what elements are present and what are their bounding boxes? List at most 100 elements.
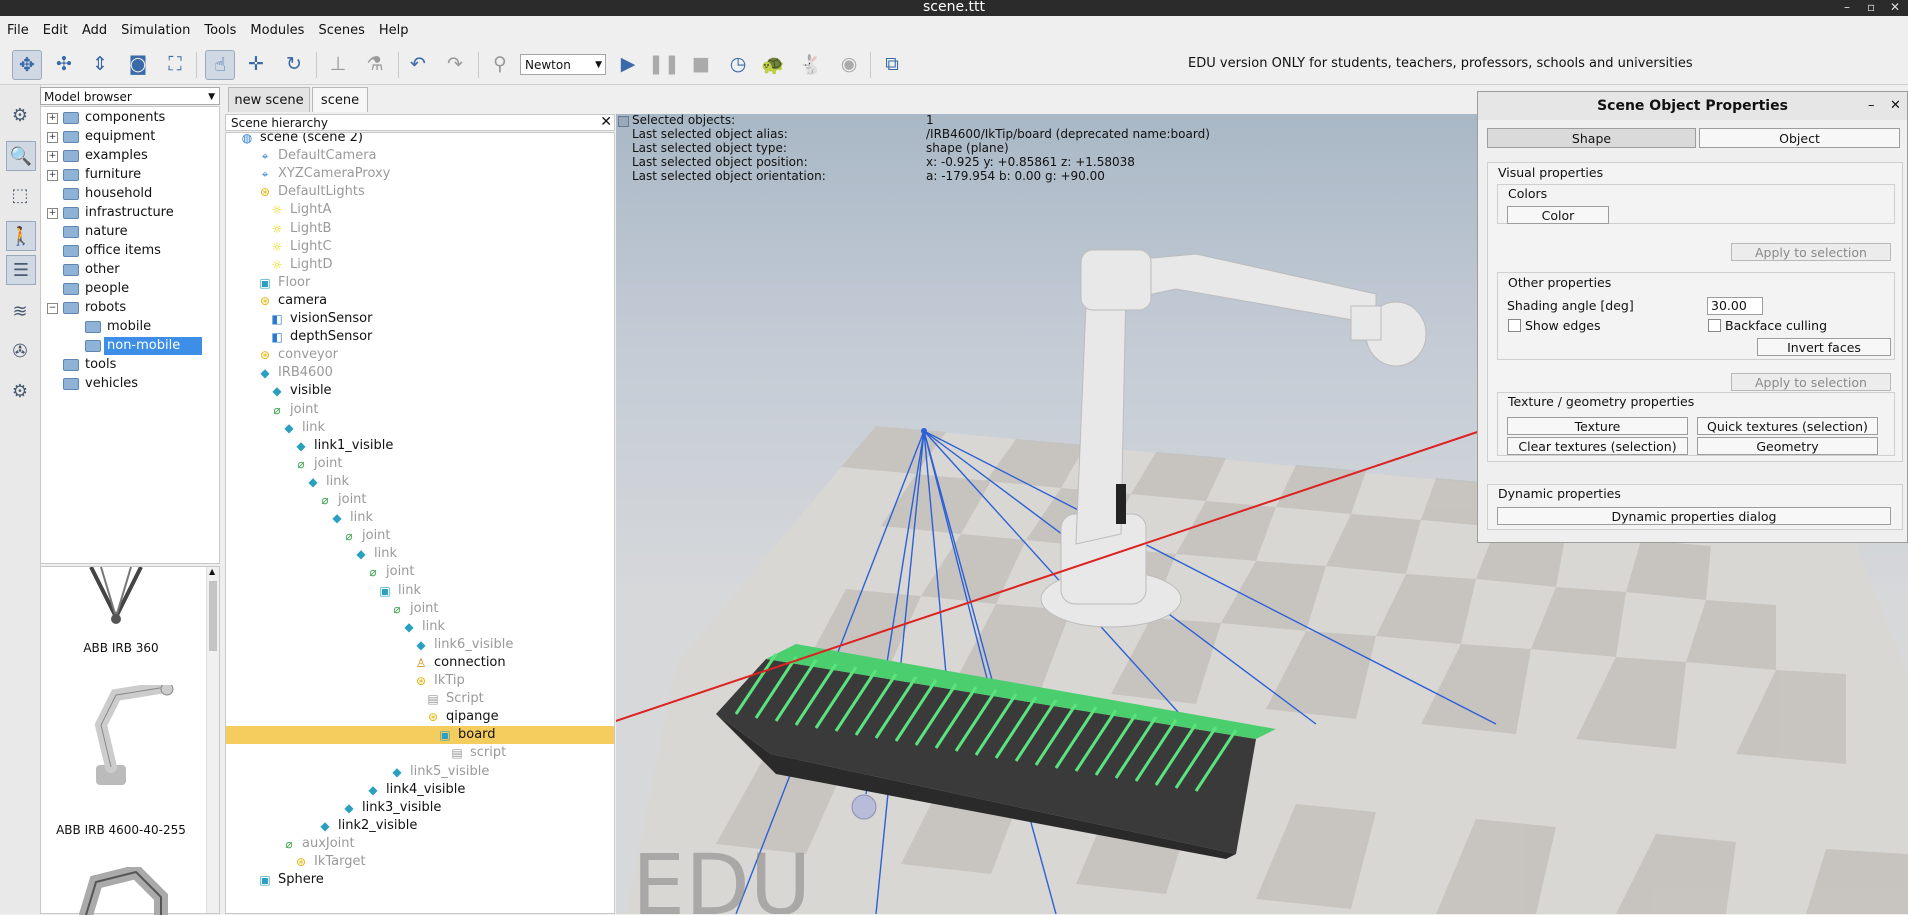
camera-rotate-icon[interactable]: ✣	[50, 50, 78, 78]
show-edges-checkbox[interactable]	[1508, 319, 1521, 332]
model-browser-header[interactable]: Model browser ▼	[40, 87, 220, 105]
dynamic-properties-dialog-button[interactable]: Dynamic properties dialog	[1497, 507, 1891, 525]
faster-icon[interactable]: 🐇	[797, 50, 825, 78]
menu-edit[interactable]: Edit	[36, 20, 75, 41]
object-shift-icon[interactable]: ✛	[242, 50, 270, 78]
real-time-icon[interactable]: ◷	[724, 50, 752, 78]
camera-shift-icon[interactable]: ⇕	[86, 50, 114, 78]
fit-to-view-icon[interactable]: ⛶	[161, 50, 189, 78]
abb-irb-360-image[interactable]	[61, 567, 181, 637]
hierarchy-item[interactable]: ▣ Sphere	[226, 871, 614, 889]
invert-faces-button[interactable]: Invert faces	[1757, 338, 1891, 356]
hierarchy-item[interactable]: ⌖ XYZCameraProxy	[226, 165, 614, 183]
hierarchy-item[interactable]: ◆ link	[226, 509, 614, 527]
model-folder-item[interactable]: + examples	[41, 147, 219, 165]
expand-icon[interactable]: +	[47, 151, 58, 162]
model-folder-item[interactable]: nature	[41, 223, 219, 241]
hierarchy-item[interactable]: ⌖ DefaultCamera	[226, 147, 614, 165]
model-folder-item[interactable]: tools	[41, 356, 219, 374]
hierarchy-item[interactable]: ⊛ conveyor	[226, 346, 614, 364]
menu-modules[interactable]: Modules	[243, 20, 311, 41]
hierarchy-item[interactable]: ☼ LightB	[226, 220, 614, 238]
model-folder-item[interactable]: other	[41, 261, 219, 279]
hierarchy-item[interactable]: ☼ LightD	[226, 256, 614, 274]
scene-object-properties-icon[interactable]: 🚶	[6, 221, 36, 251]
simulation-settings-icon[interactable]: ⚙	[6, 101, 34, 129]
apply-to-selection-button[interactable]: Apply to selection	[1731, 373, 1891, 391]
model-folder-item[interactable]: non-mobile	[41, 337, 219, 355]
geometry-button[interactable]: Geometry	[1697, 437, 1878, 455]
hierarchy-item[interactable]: ▤ script	[226, 744, 614, 762]
expand-icon[interactable]: +	[47, 132, 58, 143]
hierarchy-item[interactable]: ◆ link	[226, 545, 614, 563]
menu-scenes[interactable]: Scenes	[311, 20, 371, 41]
model-folder-item[interactable]: mobile	[41, 318, 219, 336]
hierarchy-item[interactable]: ◆ IRB4600	[226, 364, 614, 382]
physics-engine-select[interactable]: Newton ▼	[520, 54, 606, 75]
model-folder-item[interactable]: − robots	[41, 299, 219, 317]
hierarchy-item[interactable]: ⊛ IkTarget	[226, 853, 614, 871]
clear-textures-button[interactable]: Clear textures (selection)	[1507, 437, 1688, 455]
close-window-button[interactable]: ✕	[1890, 0, 1900, 14]
close-icon[interactable]: ✕	[600, 114, 612, 131]
shape-edit-icon[interactable]: ⬚	[6, 181, 34, 209]
model-folder-item[interactable]: + equipment	[41, 128, 219, 146]
collapse-icon[interactable]: −	[47, 303, 58, 314]
minimize-icon[interactable]: –	[1868, 92, 1875, 120]
robot-arm-image[interactable]	[66, 867, 186, 915]
scroll-up-icon[interactable]: ▲	[209, 567, 215, 576]
hierarchy-item[interactable]: ⊛ DefaultLights	[226, 183, 614, 201]
hierarchy-item[interactable]: ◆ link6_visible	[226, 636, 614, 654]
menu-help[interactable]: Help	[372, 20, 416, 41]
hierarchy-item[interactable]: ◆ visible	[226, 382, 614, 400]
model-folder-item[interactable]: household	[41, 185, 219, 203]
expand-icon[interactable]: +	[47, 208, 58, 219]
menu-tools[interactable]: Tools	[197, 20, 243, 41]
hierarchy-item[interactable]: ◆ link3_visible	[226, 799, 614, 817]
visualization-icon[interactable]: ◉	[835, 50, 863, 78]
hierarchy-item[interactable]: ◆ link	[226, 419, 614, 437]
transfer-dna-icon[interactable]: ⚗	[361, 50, 389, 78]
menu-file[interactable]: File	[0, 20, 36, 41]
hierarchy-item[interactable]: ⌀ joint	[226, 401, 614, 419]
maximize-button[interactable]: ▫	[1867, 0, 1875, 14]
camera-pan-icon[interactable]: ✥	[12, 50, 42, 80]
hierarchy-item[interactable]: ◆ link5_visible	[226, 763, 614, 781]
hierarchy-item[interactable]: ⌀ joint	[226, 527, 614, 545]
model-folder-item[interactable]: + components	[41, 109, 219, 127]
start-simulation-icon[interactable]: ▶	[614, 50, 642, 78]
user-settings-icon[interactable]: ⚙	[6, 377, 34, 405]
hierarchy-item[interactable]: ⌀ joint	[226, 491, 614, 509]
redo-icon[interactable]: ↷	[441, 50, 469, 78]
hierarchy-item[interactable]: ◆ link4_visible	[226, 781, 614, 799]
thumbnail-scrollbar[interactable]: ▲	[206, 567, 219, 913]
model-folder-item[interactable]: people	[41, 280, 219, 298]
object-rotate-icon[interactable]: ↻	[280, 50, 308, 78]
hierarchy-item[interactable]: ⌀ joint	[226, 600, 614, 618]
hierarchy-item[interactable]: ⌀ joint	[226, 455, 614, 473]
expand-icon[interactable]: +	[47, 170, 58, 181]
texture-button[interactable]: Texture	[1507, 417, 1688, 435]
pause-simulation-icon[interactable]: ❚❚	[648, 50, 680, 78]
tab-object[interactable]: Object	[1699, 128, 1900, 148]
hierarchy-item[interactable]: ▤ Script	[226, 690, 614, 708]
hierarchy-item[interactable]: ⊛ qipange	[226, 708, 614, 726]
hierarchy-item[interactable]: ◆ link	[226, 473, 614, 491]
hierarchy-item[interactable]: ♙ connection	[226, 654, 614, 672]
camera-angle-icon[interactable]: ◙	[124, 50, 152, 78]
abb-irb-4600-image[interactable]	[71, 685, 181, 790]
hierarchy-item[interactable]: ◍ scene (scene 2)	[226, 133, 614, 147]
page-selector-icon[interactable]: ⧉	[878, 50, 906, 78]
scrollbar-thumb[interactable]	[209, 581, 217, 651]
stop-simulation-icon[interactable]: ■	[687, 50, 715, 78]
hierarchy-item[interactable]: ◆ link1_visible	[226, 437, 614, 455]
model-folder-item[interactable]: + infrastructure	[41, 204, 219, 222]
slower-icon[interactable]: 🐢	[759, 50, 787, 78]
hierarchy-item[interactable]: ⌀ joint	[226, 563, 614, 581]
tab-scene[interactable]: scene	[312, 87, 368, 112]
collections-icon[interactable]: ≋	[6, 297, 34, 325]
menu-simulation[interactable]: Simulation	[114, 20, 197, 41]
hierarchy-item[interactable]: ⊛ IkTip	[226, 672, 614, 690]
undo-icon[interactable]: ↶	[404, 50, 432, 78]
hierarchy-item[interactable]: ☼ LightC	[226, 238, 614, 256]
